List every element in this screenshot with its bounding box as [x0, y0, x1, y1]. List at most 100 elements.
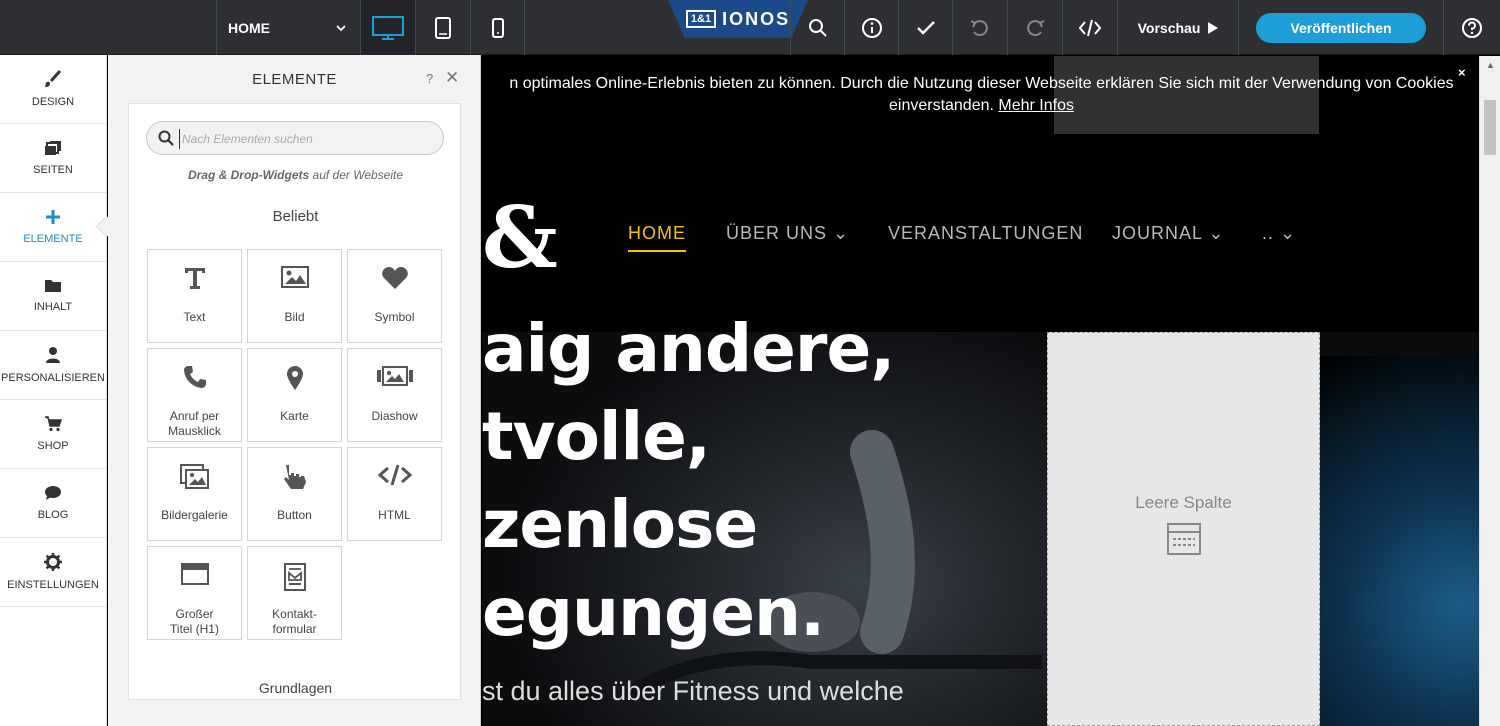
search-icon [158, 130, 174, 146]
widget-bild[interactable]: Bild [247, 249, 342, 343]
widget-kontaktformular[interactable]: Kontakt-formular [247, 546, 342, 640]
info-icon [861, 17, 882, 38]
info-button[interactable] [844, 0, 898, 55]
nav-label: JOURNAL [1112, 223, 1203, 243]
map-pin-icon [286, 366, 303, 390]
widget-label: Kontakt-formular [272, 607, 317, 636]
sidebar-item-einstellungen[interactable]: EINSTELLUNGEN [0, 538, 106, 607]
drag-hint-rest: auf der Webseite [309, 168, 404, 182]
widget-label: Text [183, 310, 206, 324]
title-icon [180, 563, 209, 585]
widget-button[interactable]: Button [247, 447, 342, 541]
widget-anruf[interactable]: Anruf per Mausklick [147, 348, 242, 442]
search-box [146, 121, 444, 155]
chevron-down-icon: ⌄ [833, 223, 850, 243]
device-mobile-button[interactable] [470, 0, 525, 55]
image-icon [280, 266, 309, 288]
widget-bildergalerie[interactable]: Bildergalerie [147, 447, 242, 541]
sidebar-item-label: PERSONALISIEREN [1, 372, 105, 384]
widget-diashow[interactable]: Diashow [347, 348, 442, 442]
sidebar-item-personalisieren[interactable]: PERSONALISIEREN [0, 331, 106, 400]
cookie-text-2: einverstanden. [888, 97, 994, 114]
gear-icon [44, 553, 62, 571]
device-tablet-button[interactable] [415, 0, 470, 55]
panel-help-button[interactable]: ? [426, 71, 433, 86]
tablet-icon [435, 16, 451, 39]
cookie-close-icon[interactable]: × [1458, 65, 1466, 80]
scrollbar[interactable]: ▲ [1479, 56, 1500, 726]
code-icon [1079, 19, 1101, 36]
site-nav-journal[interactable]: JOURNAL ⌄ [1112, 223, 1224, 244]
help-button[interactable] [1443, 0, 1500, 55]
scrollbar-thumb[interactable] [1484, 100, 1496, 155]
sidebar-item-label: DESIGN [31, 96, 75, 108]
hero-heading-line: aig andere, [482, 310, 895, 387]
sidebar-item-shop[interactable]: SHOP [0, 400, 106, 469]
code-view-button[interactable] [1062, 0, 1117, 55]
close-icon[interactable]: ✕ [445, 68, 459, 88]
chevron-down-icon [336, 24, 346, 31]
left-sidebar: DESIGN SEITEN ELEMENTE INHALT PERSONALIS… [0, 55, 107, 726]
preview-button[interactable]: Vorschau [1117, 0, 1239, 55]
hero-heading-line: egungen. [482, 574, 825, 651]
widget-label: Diashow [371, 409, 418, 423]
form-icon [283, 563, 306, 591]
save-check-button[interactable] [898, 0, 952, 55]
section-popular-heading: Beliebt [272, 208, 319, 225]
widget-text[interactable]: Text [147, 249, 242, 343]
cookie-banner: n optimales Online-Erlebnis bieten zu kö… [482, 56, 1479, 122]
undo-button[interactable] [952, 0, 1006, 55]
sidebar-item-design[interactable]: DESIGN [0, 55, 106, 124]
comment-icon [45, 486, 61, 500]
website-preview[interactable]: n optimales Online-Erlebnis bieten zu kö… [482, 56, 1479, 726]
sidebar-item-elemente[interactable]: ELEMENTE [0, 193, 106, 262]
sidebar-item-seiten[interactable]: SEITEN [0, 124, 106, 193]
site-navigation: HOME ÜBER UNS ⌄ VERANSTALTUNGEN JOURNAL … [482, 223, 1479, 253]
empty-column-label: Leere Spalte [1135, 493, 1232, 512]
page-select-label: HOME [228, 19, 270, 36]
play-icon [1208, 21, 1219, 34]
hand-pointer-icon [283, 465, 306, 489]
empty-column[interactable]: Leere Spalte [1047, 332, 1320, 726]
redo-button[interactable] [1007, 0, 1061, 55]
sidebar-item-label: SHOP [37, 440, 69, 452]
drag-drop-hint: Drag & Drop-Widgets auf der Webseite [129, 168, 460, 182]
site-nav-home[interactable]: HOME [628, 223, 686, 252]
sidebar-item-label: SEITEN [33, 164, 73, 176]
widget-html[interactable]: HTML [347, 447, 442, 541]
check-icon [916, 20, 935, 35]
logo-text: IONOS [722, 8, 791, 29]
desktop-icon [372, 15, 404, 40]
code-icon [377, 464, 412, 486]
sidebar-item-inhalt[interactable]: INHALT [0, 262, 106, 331]
site-nav-ueber-uns[interactable]: ÜBER UNS ⌄ [726, 223, 849, 244]
nav-label: ÜBER UNS [726, 223, 828, 243]
publish-button[interactable]: Veröffentlichen [1256, 13, 1426, 43]
hero-subtitle: st du alles über Fitness und welche [482, 676, 904, 706]
widget-label: Karte [280, 409, 309, 423]
mobile-icon [491, 17, 504, 38]
widget-label: Anruf per Mausklick [168, 409, 221, 438]
widget-symbol[interactable]: Symbol [347, 249, 442, 343]
site-nav-veranstaltungen[interactable]: VERANSTALTUNGEN [888, 223, 1083, 244]
help-icon [1462, 17, 1482, 38]
scroll-up-arrow-icon[interactable]: ▲ [1480, 56, 1500, 74]
widget-label: Bild [284, 310, 305, 324]
chevron-down-icon: ⌄ [1208, 223, 1225, 243]
sidebar-item-label: ELEMENTE [23, 233, 83, 245]
search-button[interactable] [790, 0, 844, 55]
widget-grosser-titel[interactable]: Großer Titel (H1) [147, 546, 242, 640]
widget-label: Großer Titel (H1) [170, 607, 219, 636]
logo-box-text: 1&1 [685, 10, 717, 28]
search-input[interactable] [179, 129, 429, 149]
device-desktop-button[interactable] [360, 0, 415, 55]
sidebar-item-blog[interactable]: BLOG [0, 469, 106, 538]
ionos-logo: 1&1 IONOS [668, 0, 808, 38]
page-select[interactable]: HOME [216, 0, 356, 55]
site-nav-more[interactable]: .. ⌄ [1262, 223, 1296, 244]
preview-label: Vorschau [1137, 19, 1201, 36]
chevron-down-icon: ⌄ [1280, 223, 1297, 243]
sidebar-item-label: INHALT [33, 301, 73, 313]
widget-karte[interactable]: Karte [247, 348, 342, 442]
cookie-more-info-link[interactable]: Mehr Infos [998, 97, 1074, 114]
